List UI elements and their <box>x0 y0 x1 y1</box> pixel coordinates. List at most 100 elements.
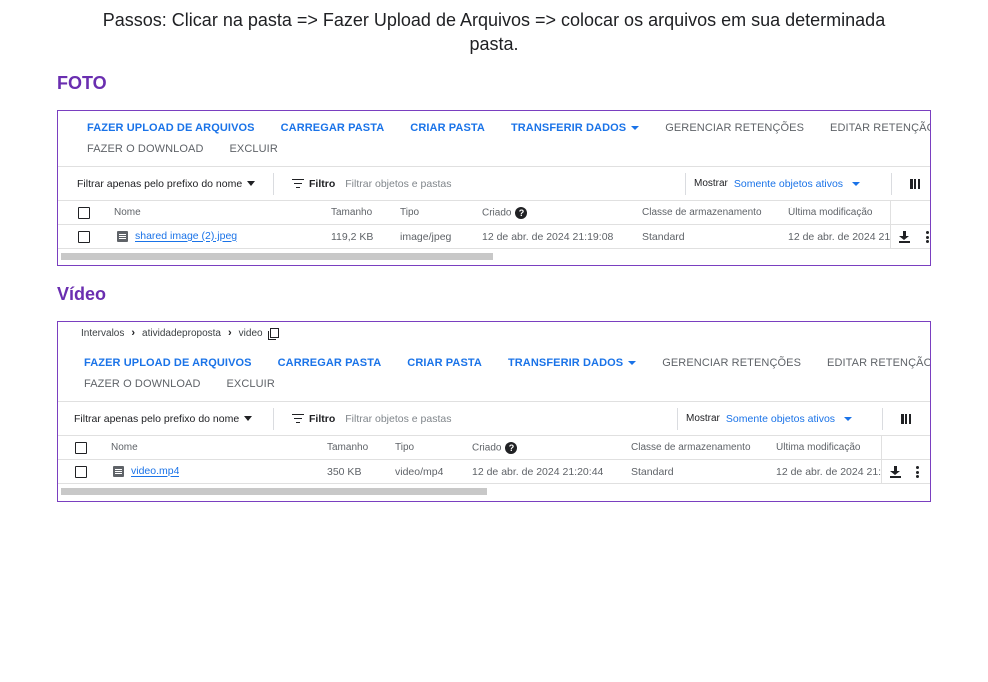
show-filter: Mostrar Somente objetos ativos <box>677 402 853 435</box>
column-display-icon[interactable] <box>901 414 911 424</box>
instructions: Passos: Clicar na pasta => Fazer Upload … <box>40 8 948 56</box>
file-size-cell: 350 KB <box>327 465 362 478</box>
table-header: Nome Tamanho Tipo Criado? Classe de arma… <box>58 201 930 225</box>
breadcrumb-item-atividadeproposta[interactable]: atividadeproposta <box>142 328 221 339</box>
show-active-objects-dropdown[interactable]: Somente objetos ativos <box>725 412 853 425</box>
file-name-cell: shared image (2).jpeg <box>117 230 237 243</box>
breadcrumb-item-video: video <box>238 327 263 339</box>
foto-action-bar: FAZER UPLOAD DE ARQUIVOS CARREGAR PASTA … <box>58 111 930 167</box>
column-header-name[interactable]: Nome <box>111 442 138 453</box>
divider <box>273 172 274 195</box>
upload-folder-button[interactable]: CARREGAR PASTA <box>278 357 382 369</box>
show-label: Mostrar <box>686 413 720 424</box>
column-header-storage-class[interactable]: Classe de armazenamento <box>642 207 762 218</box>
foto-bucket-panel: FAZER UPLOAD DE ARQUIVOS CARREGAR PASTA … <box>57 110 931 266</box>
filter-input[interactable]: Filtrar objetos e pastas <box>345 178 665 190</box>
divider <box>677 407 678 430</box>
download-icon[interactable] <box>890 466 901 478</box>
divider <box>882 407 883 430</box>
prefix-filter-dropdown[interactable]: Filtrar apenas pelo prefixo do nome <box>58 413 273 425</box>
file-name-cell: video.mp4 <box>113 465 179 478</box>
manage-retentions-button[interactable]: GERENCIAR RETENÇÕES <box>665 122 804 134</box>
file-type-cell: image/jpeg <box>400 230 452 243</box>
file-name-link[interactable]: video.mp4 <box>131 466 179 478</box>
divider <box>890 201 891 225</box>
download-button[interactable]: FAZER O DOWNLOAD <box>87 143 204 155</box>
transfer-data-button[interactable]: TRANSFERIR DADOS <box>510 121 640 134</box>
column-display-icon[interactable] <box>910 179 920 189</box>
create-folder-button[interactable]: CRIAR PASTA <box>410 122 485 134</box>
video-bucket-panel: Intervalos › atividadeproposta › video F… <box>57 321 931 502</box>
prefix-filter-label: Filtrar apenas pelo prefixo do nome <box>77 177 243 190</box>
select-all-checkbox[interactable] <box>75 441 87 454</box>
column-header-last-modified[interactable]: Última modificação <box>776 442 860 453</box>
scrollbar-thumb[interactable] <box>61 488 487 495</box>
show-label: Mostrar <box>694 178 728 189</box>
row-checkbox[interactable] <box>75 465 87 478</box>
upload-files-button[interactable]: FAZER UPLOAD DE ARQUIVOS <box>87 122 255 134</box>
more-vert-icon[interactable] <box>926 231 929 243</box>
column-header-created[interactable]: Criado? <box>482 206 528 219</box>
file-icon <box>113 466 124 478</box>
delete-button[interactable]: EXCLUIR <box>227 378 275 390</box>
video-objects-table: Nome Tamanho Tipo Criado? Classe de arma… <box>58 436 930 484</box>
column-header-size[interactable]: Tamanho <box>331 207 372 218</box>
file-icon <box>117 231 128 243</box>
filter-icon <box>292 178 304 189</box>
transfer-data-label: TRANSFERIR DADOS <box>507 356 624 369</box>
column-header-type[interactable]: Tipo <box>400 207 419 218</box>
select-all-checkbox[interactable] <box>78 206 90 219</box>
transfer-data-button[interactable]: TRANSFERIR DADOS <box>507 356 637 369</box>
caret-down-icon <box>852 181 861 186</box>
file-name-link[interactable]: shared image (2).jpeg <box>135 231 237 243</box>
help-icon[interactable]: ? <box>515 206 528 219</box>
filter-input[interactable]: Filtrar objetos e pastas <box>345 413 665 425</box>
file-last-modified-cell: 12 de abr. de 2024 21: <box>776 465 881 478</box>
row-checkbox[interactable] <box>78 230 90 243</box>
divider <box>881 436 882 460</box>
prefix-filter-dropdown[interactable]: Filtrar apenas pelo prefixo do nome <box>58 178 273 190</box>
create-folder-button[interactable]: CRIAR PASTA <box>407 357 482 369</box>
column-header-size[interactable]: Tamanho <box>327 442 368 453</box>
breadcrumb-item-intervalos[interactable]: Intervalos <box>81 328 124 339</box>
show-value-label: Somente objetos ativos <box>725 412 836 425</box>
section-title-video: Vídeo <box>57 284 107 304</box>
horizontal-scrollbar[interactable] <box>58 249 930 263</box>
section-title-foto: FOTO <box>57 73 107 93</box>
divider <box>881 460 882 484</box>
column-header-created[interactable]: Criado? <box>472 441 518 454</box>
show-filter: Mostrar Somente objetos ativos <box>685 167 861 200</box>
column-header-last-modified[interactable]: Última modificação <box>788 207 872 218</box>
transfer-data-label: TRANSFERIR DADOS <box>510 121 627 134</box>
show-active-objects-dropdown[interactable]: Somente objetos ativos <box>733 177 861 190</box>
divider <box>891 172 892 195</box>
edit-retention-button[interactable]: EDITAR RETENÇÃO <box>827 357 930 369</box>
instructions-line-1: Passos: Clicar na pasta => Fazer Upload … <box>102 10 886 30</box>
divider <box>890 225 891 249</box>
divider <box>685 172 686 195</box>
download-icon[interactable] <box>899 231 910 243</box>
download-button[interactable]: FAZER O DOWNLOAD <box>84 378 201 390</box>
file-storage-class-cell: Standard <box>631 465 674 478</box>
file-type-cell: video/mp4 <box>395 465 444 478</box>
instructions-line-2: pasta. <box>469 34 519 54</box>
foto-filter-bar: Filtrar apenas pelo prefixo do nome Filt… <box>58 167 930 201</box>
upload-folder-button[interactable]: CARREGAR PASTA <box>281 122 385 134</box>
column-header-type[interactable]: Tipo <box>395 442 414 453</box>
column-header-storage-class[interactable]: Classe de armazenamento <box>631 442 751 453</box>
show-value-label: Somente objetos ativos <box>733 177 844 190</box>
copy-icon[interactable] <box>267 327 279 340</box>
chevron-right-icon: › <box>227 327 232 339</box>
column-header-name[interactable]: Nome <box>114 207 141 218</box>
delete-button[interactable]: EXCLUIR <box>230 143 278 155</box>
caret-down-icon <box>244 416 253 422</box>
manage-retentions-button[interactable]: GERENCIAR RETENÇÕES <box>662 357 801 369</box>
filter-label: Filtro <box>309 177 336 190</box>
help-icon[interactable]: ? <box>505 441 518 454</box>
upload-files-button[interactable]: FAZER UPLOAD DE ARQUIVOS <box>84 357 252 369</box>
table-row: shared image (2).jpeg 119,2 KB image/jpe… <box>58 225 930 249</box>
scrollbar-thumb[interactable] <box>61 253 493 260</box>
more-vert-icon[interactable] <box>916 466 919 478</box>
horizontal-scrollbar[interactable] <box>58 484 930 498</box>
edit-retention-button[interactable]: EDITAR RETENÇÃO <box>830 122 930 134</box>
